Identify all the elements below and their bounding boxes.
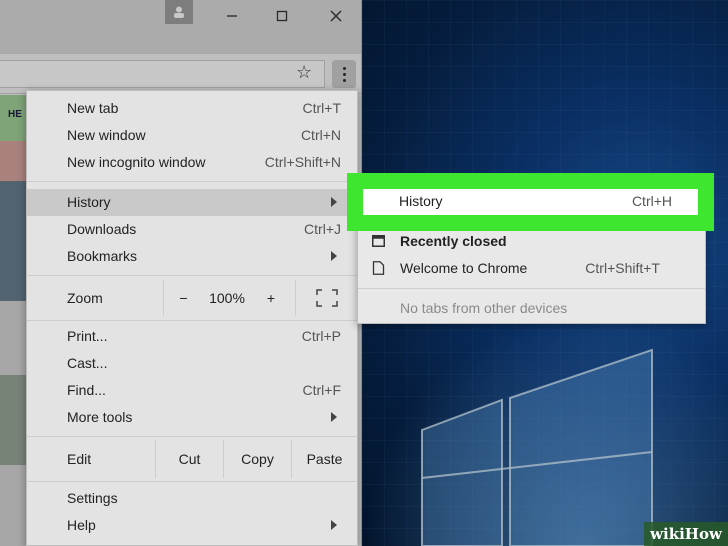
submenu-item-history[interactable]: History Ctrl+H: [363, 189, 698, 215]
paste-button[interactable]: Paste: [291, 440, 357, 478]
no-tabs-text: No tabs from other devices: [400, 300, 568, 316]
menu-item-label: New window: [67, 127, 146, 143]
menu-item-shortcut: Ctrl+F: [302, 382, 342, 398]
menu-item-history[interactable]: History: [27, 189, 357, 216]
zoom-level-value: 100%: [209, 290, 245, 306]
menu-item-label: Downloads: [67, 221, 137, 237]
menu-item-label: More tools: [67, 409, 133, 425]
menu-item-label: Print...: [67, 328, 108, 344]
menu-item-bookmarks[interactable]: Bookmarks: [27, 243, 357, 270]
chrome-main-menu: New tab Ctrl+T New window Ctrl+N New inc…: [26, 90, 358, 546]
zoom-in-label: +: [266, 290, 276, 306]
recently-closed-heading: Recently closed: [400, 233, 507, 249]
highlight-frame: History Ctrl+H: [347, 173, 714, 231]
wikihow-watermark: wikiHow: [644, 522, 728, 546]
copy-button[interactable]: Copy: [223, 440, 291, 478]
chevron-right-icon: [331, 197, 337, 207]
menu-item-print[interactable]: Print... Ctrl+P: [27, 323, 357, 350]
menu-divider: [27, 275, 357, 276]
tab-window-icon: [372, 235, 385, 247]
menu-divider: [27, 320, 357, 321]
menu-item-settings[interactable]: Settings: [27, 485, 357, 512]
zoom-in-button[interactable]: +: [251, 280, 291, 316]
submenu-divider: [358, 288, 705, 289]
menu-item-cast[interactable]: Cast...: [27, 350, 357, 377]
submenu-item-label: Welcome to Chrome: [400, 260, 528, 276]
menu-divider: [27, 436, 357, 437]
zoom-out-button[interactable]: −: [163, 280, 203, 316]
menu-item-label: Settings: [67, 490, 118, 506]
fullscreen-button[interactable]: [295, 280, 357, 316]
submenu-item-welcome[interactable]: Welcome to Chrome Ctrl+Shift+T: [358, 256, 705, 282]
menu-item-new-window[interactable]: New window Ctrl+N: [27, 122, 357, 149]
menu-item-label: Help: [67, 517, 96, 533]
page-icon: [372, 261, 385, 275]
menu-item-label: New tab: [67, 100, 119, 116]
menu-item-more-tools[interactable]: More tools: [27, 404, 357, 431]
zoom-level: 100%: [203, 280, 251, 316]
menu-item-label: New incognito window: [67, 154, 206, 170]
zoom-row: Zoom − 100% +: [27, 280, 357, 316]
menu-item-downloads[interactable]: Downloads Ctrl+J: [27, 216, 357, 243]
zoom-label: Zoom: [67, 290, 103, 306]
menu-item-find[interactable]: Find... Ctrl+F: [27, 377, 357, 404]
copy-label: Copy: [241, 451, 274, 467]
edit-row: Edit Cut Copy Paste: [27, 440, 357, 478]
submenu-no-tabs: No tabs from other devices: [358, 296, 705, 322]
menu-divider: [27, 181, 357, 182]
menu-item-shortcut: Ctrl+Shift+N: [264, 154, 341, 170]
menu-item-new-tab[interactable]: New tab Ctrl+T: [27, 95, 357, 122]
menu-item-shortcut: Ctrl+T: [302, 100, 342, 116]
menu-item-label: Find...: [67, 382, 106, 398]
submenu-item-label: History: [399, 193, 443, 209]
submenu-item-shortcut: Ctrl+H: [631, 193, 672, 209]
menu-item-label: History: [67, 194, 111, 210]
zoom-out-label: −: [179, 290, 188, 306]
fullscreen-icon: [315, 289, 338, 307]
menu-item-new-incognito[interactable]: New incognito window Ctrl+Shift+N: [27, 149, 357, 176]
menu-item-shortcut: Ctrl+P: [301, 328, 341, 344]
menu-item-shortcut: Ctrl+J: [304, 221, 341, 237]
menu-item-shortcut: Ctrl+N: [300, 127, 341, 143]
paste-label: Paste: [306, 451, 343, 467]
cut-button[interactable]: Cut: [155, 440, 223, 478]
edit-label: Edit: [67, 451, 92, 467]
menu-item-help[interactable]: Help: [27, 512, 357, 539]
chevron-right-icon: [331, 251, 337, 261]
cut-label: Cut: [178, 451, 201, 467]
menu-item-label: Cast...: [67, 355, 108, 371]
submenu-item-shortcut: Ctrl+Shift+T: [585, 260, 660, 276]
chevron-right-icon: [331, 520, 337, 530]
menu-item-label: Bookmarks: [67, 248, 138, 264]
chevron-right-icon: [331, 412, 337, 422]
submenu-recently-closed: Recently closed: [358, 229, 705, 255]
menu-divider: [27, 481, 357, 482]
